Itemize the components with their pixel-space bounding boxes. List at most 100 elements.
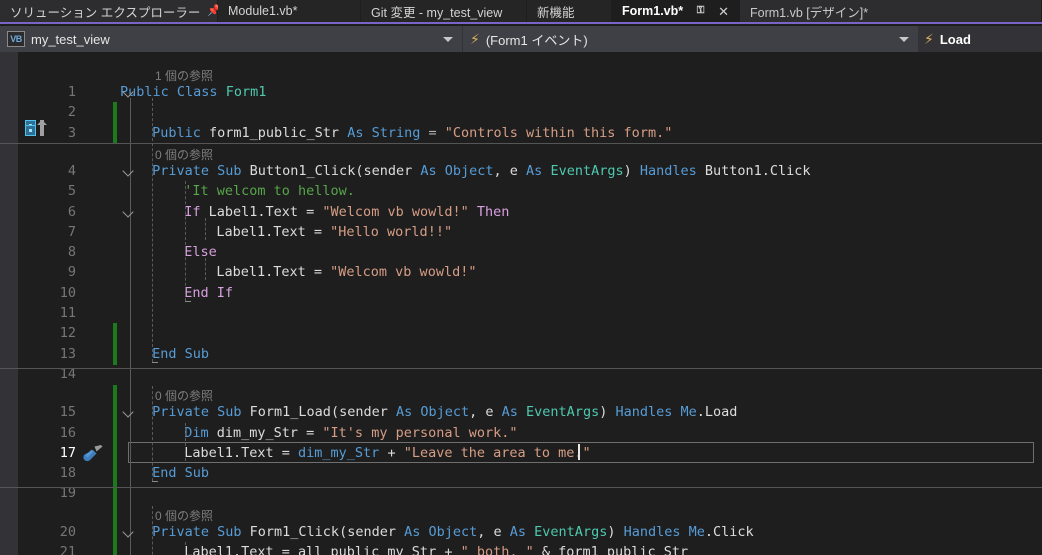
line-number-20: 20 xyxy=(59,523,76,540)
code-token: Sub xyxy=(184,345,210,362)
tab-module1-vb[interactable]: Module1.vb* xyxy=(218,0,361,22)
code-token: As xyxy=(526,162,551,179)
code-lens-reference-count[interactable]: 0 個の参照 xyxy=(155,507,213,524)
tab-solution-explorer[interactable]: ソリューション エクスプローラー 📌 xyxy=(0,0,221,22)
line-number-1: 1 xyxy=(67,84,76,100)
region-separator xyxy=(0,487,1042,489)
line-number-12: 12 xyxy=(59,325,76,342)
type-dropdown-value: my_test_view xyxy=(31,31,110,47)
code-token: Class xyxy=(176,84,226,100)
code-lens-reference-count[interactable]: 0 個の参照 xyxy=(155,146,213,163)
change-indicator-bar xyxy=(113,323,117,365)
line-number-11: 11 xyxy=(59,305,76,321)
code-line-10[interactable]: End If xyxy=(184,285,233,301)
code-token: End xyxy=(152,345,185,362)
code-token: Button1.Click xyxy=(704,162,811,179)
tab-form1-designer[interactable]: Form1.vb [デザイン]* xyxy=(740,0,1042,22)
tab-git-changes-label: Git 変更 - my_test_view xyxy=(371,5,503,20)
tab-whats-new[interactable]: 新機能 xyxy=(527,0,612,22)
close-icon-form1[interactable]: ✕ xyxy=(718,5,729,18)
collapse-region-chevron-line-20[interactable] xyxy=(123,527,135,539)
code-token: & form1_public_Str xyxy=(533,544,689,555)
outlining-end-cap xyxy=(185,300,191,302)
code-token: EventArgs xyxy=(550,162,624,179)
code-token: "It's my personal work." xyxy=(322,424,518,441)
code-line-6[interactable]: If Label1.Text = "Welcom vb wowld!" Then xyxy=(184,204,509,220)
code-token: Label1.Text = all_public_my_Str + xyxy=(184,544,461,555)
line-number-15: 15 xyxy=(59,404,76,421)
code-line-4[interactable]: Private Sub Button1_Click(sender As Obje… xyxy=(152,163,810,179)
code-token: + xyxy=(379,444,404,461)
quick-actions-screwdriver-icon[interactable] xyxy=(80,444,104,464)
code-line-3[interactable]: Public form1_public_Str As String = "Con… xyxy=(152,125,672,141)
code-token: (sender xyxy=(355,162,421,179)
code-line-20[interactable]: Private Sub Form1_Click(sender As Object… xyxy=(152,524,754,540)
code-line-5[interactable]: 'It welcom to hellow. xyxy=(184,183,355,199)
collapse-region-chevron-line-15[interactable] xyxy=(123,407,135,419)
structure-guide-line xyxy=(205,217,207,240)
code-token: Label1.Text = xyxy=(216,264,331,281)
code-surface[interactable]: 1234567891011121314151617181920212223241… xyxy=(0,52,1042,555)
line-number-16: 16 xyxy=(59,424,76,441)
collapse-region-chevron-line-4[interactable] xyxy=(123,166,135,178)
code-token: "Leave the area to me." xyxy=(403,444,591,461)
collapse-region-chevron-line-1[interactable] xyxy=(123,87,135,99)
code-line-8[interactable]: Else xyxy=(184,244,217,260)
code-token: Object xyxy=(444,162,494,179)
tab-form1-designer-label: Form1.vb [デザイン]* xyxy=(750,5,869,20)
chevron-down-icon-member[interactable] xyxy=(899,37,909,42)
change-indicator-bar xyxy=(113,102,117,144)
code-editor[interactable]: 1234567891011121314151617181920212223241… xyxy=(0,52,1042,555)
code-line-17[interactable]: Label1.Text = dim_my_Str + "Leave the ar… xyxy=(184,445,590,461)
code-token: "Welcom vb wowld!" xyxy=(322,203,469,220)
outlining-end-cap xyxy=(152,361,158,363)
chevron-down-icon[interactable] xyxy=(443,37,453,42)
pin-icon-form1[interactable]: ⚿ xyxy=(697,6,705,16)
code-token: As xyxy=(395,404,421,421)
code-line-21[interactable]: Label1.Text = all_public_my_Str + " both… xyxy=(184,544,688,555)
line-number-9: 9 xyxy=(67,264,76,281)
code-token: Handles xyxy=(623,523,689,540)
code-token: Sub xyxy=(184,465,210,482)
line-number-7: 7 xyxy=(67,223,76,240)
vb-project-icon: VB xyxy=(7,31,25,47)
code-token: (sender xyxy=(330,404,396,421)
code-token: ) xyxy=(607,523,624,540)
code-line-7[interactable]: Label1.Text = "Hello world!!" xyxy=(216,224,452,240)
code-lens-reference-count[interactable]: 1 個の参照 xyxy=(155,67,213,84)
code-line-13[interactable]: End Sub xyxy=(152,346,209,362)
code-token: As xyxy=(347,124,372,141)
event-indicator[interactable]: ⚡ Load xyxy=(918,26,1042,52)
code-token: Else xyxy=(184,244,217,261)
region-separator xyxy=(0,142,1042,144)
code-token: = xyxy=(420,124,445,141)
code-token: "Hello world!!" xyxy=(330,223,453,240)
code-token: Sub xyxy=(217,404,250,421)
type-dropdown[interactable]: VB my_test_view xyxy=(0,26,462,52)
code-line-18[interactable]: End Sub xyxy=(152,465,209,481)
event-bolt-icon-2: ⚡ xyxy=(924,31,934,47)
code-token: Object xyxy=(420,404,470,421)
code-token: form1_public_Str xyxy=(209,124,348,141)
structure-guide-line xyxy=(152,386,154,482)
region-separator xyxy=(0,367,1042,369)
code-token: End xyxy=(152,465,185,482)
code-lens-reference-count[interactable]: 0 個の参照 xyxy=(155,387,213,404)
line-number-13: 13 xyxy=(59,345,76,362)
structure-guide-line xyxy=(152,505,154,555)
structure-guide-line xyxy=(152,98,154,362)
structure-guide-line xyxy=(185,181,187,301)
code-token: End If xyxy=(184,284,234,301)
tab-form1-vb[interactable]: Form1.vb* ⚿ ✕ xyxy=(612,0,740,22)
code-line-1[interactable]: Public Class Form1 xyxy=(120,84,266,100)
collapse-region-chevron-line-6[interactable] xyxy=(123,207,135,219)
code-line-9[interactable]: Label1.Text = "Welcom vb wowld!" xyxy=(216,264,476,280)
member-dropdown[interactable]: ⚡ (Form1 イベント) xyxy=(463,26,918,52)
code-token: Sub xyxy=(217,162,250,179)
code-token: As xyxy=(509,523,535,540)
code-line-16[interactable]: Dim dim_my_Str = "It's my personal work.… xyxy=(184,425,517,441)
code-line-15[interactable]: Private Sub Form1_Load(sender As Object,… xyxy=(152,404,737,420)
code-token: Form1 xyxy=(225,84,267,100)
line-number-4: 4 xyxy=(67,162,76,179)
tab-git-changes[interactable]: Git 変更 - my_test_view xyxy=(361,0,527,22)
